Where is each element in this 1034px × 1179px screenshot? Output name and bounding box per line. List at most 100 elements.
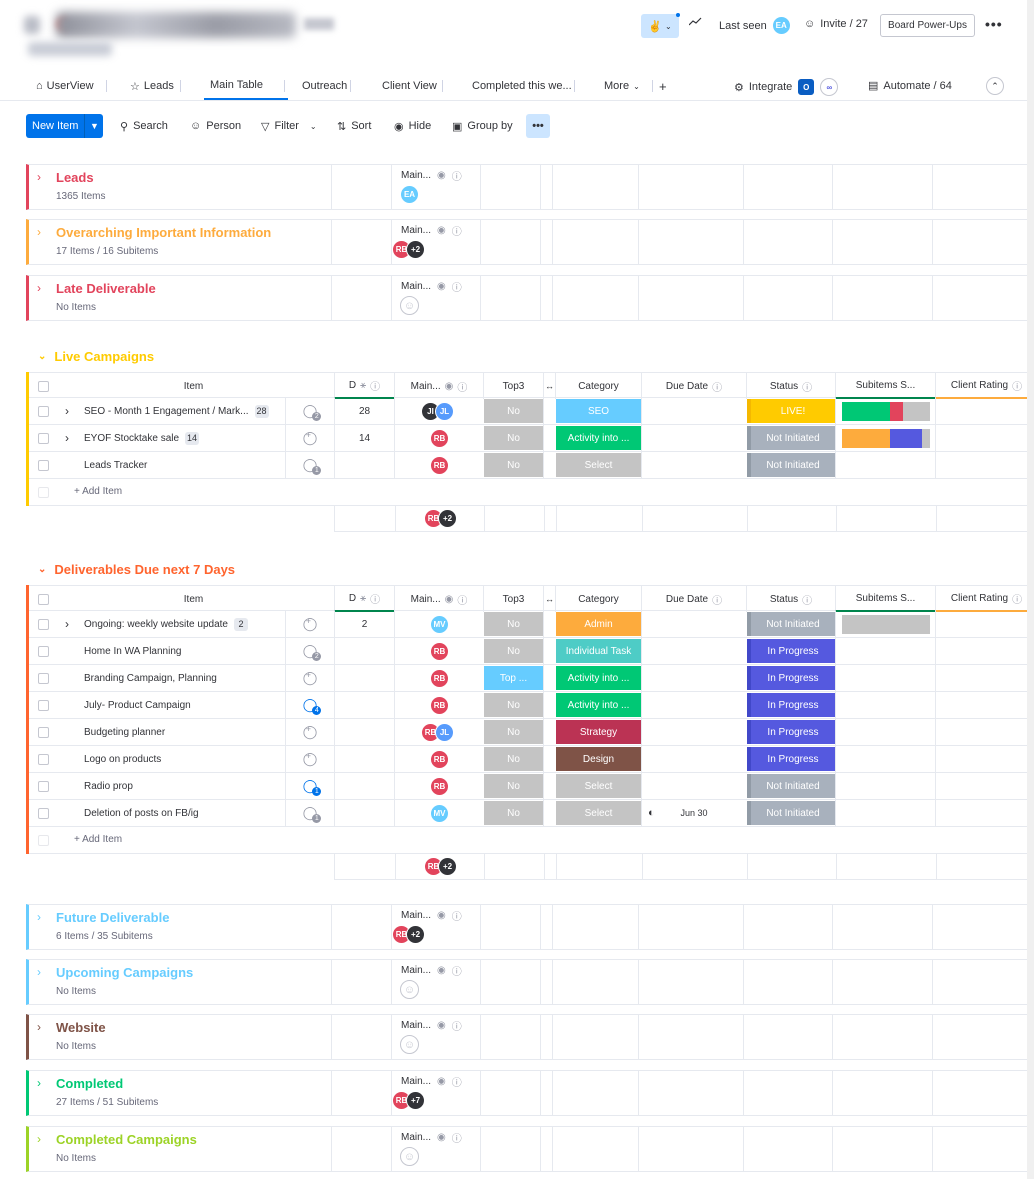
top3-pill[interactable]: No — [484, 774, 543, 798]
filter-button[interactable]: ▽ Filter ⌄ — [261, 114, 317, 138]
empty-avatar-icon[interactable]: ☺ — [400, 1035, 419, 1054]
checkbox[interactable] — [37, 672, 49, 684]
status-pill[interactable]: In Progress — [747, 747, 835, 771]
group-by-button[interactable]: ▣ Group by — [452, 114, 513, 138]
item-name[interactable]: Ongoing: weekly website update — [84, 619, 228, 630]
row-checkbox-cell[interactable] — [33, 638, 53, 664]
category-pill[interactable]: Select — [556, 801, 641, 825]
column-header-top3[interactable]: Top3 — [483, 586, 543, 612]
category-pill[interactable]: Strategy — [556, 720, 641, 744]
item-name-cell[interactable]: Radio prop — [84, 773, 133, 799]
conversation-cell[interactable]: ◯ + — [285, 719, 334, 745]
status-pill[interactable]: Not Initiated — [747, 774, 835, 798]
group-title[interactable]: Website — [56, 1020, 106, 1035]
search-button[interactable]: ⚲ Search — [120, 114, 168, 138]
category-pill[interactable]: Select — [556, 774, 641, 798]
top3-pill[interactable]: No — [484, 801, 543, 825]
table-row[interactable]: › SEO - Month 1 Engagement / Mark... 28 ◯ 2 2… — [29, 398, 1034, 425]
due-date-cell[interactable] — [641, 746, 746, 772]
group-title[interactable]: ⌄ Deliverables Due next 7 Days — [38, 562, 235, 577]
row-checkbox-cell[interactable] — [33, 746, 53, 772]
top3-pill[interactable]: No — [484, 399, 543, 423]
tab-leads[interactable]: ☆ Leads — [124, 72, 184, 100]
top3-pill[interactable]: No — [484, 747, 543, 771]
avatar-group[interactable]: ☺ — [400, 296, 419, 315]
avatar-group[interactable]: RB JL — [421, 723, 454, 742]
table-row[interactable]: Leads Tracker ◯ 1 RB No Select Not Initiated — [29, 452, 1034, 479]
client-rating-cell[interactable] — [935, 692, 1034, 718]
add-view-icon[interactable]: + — [659, 79, 667, 94]
chevron-right-icon[interactable]: › — [37, 910, 41, 924]
column-header-rating[interactable]: Client Rating ⓘ — [935, 373, 1034, 399]
item-name[interactable]: Radio prop — [84, 781, 133, 792]
group-title[interactable]: ⌄ Live Campaigns — [38, 349, 154, 364]
item-name-cell[interactable]: › EYOF Stocktake sale 14 — [65, 425, 200, 451]
add-item-row[interactable]: + Add Item — [29, 479, 1034, 506]
due-date-cell[interactable] — [641, 452, 746, 478]
automate-button[interactable]: ▤ Automate / 64 — [868, 79, 952, 93]
row-checkbox-cell[interactable] — [33, 665, 53, 691]
tab-completed-this-we-[interactable]: Completed this we... — [466, 72, 578, 100]
conversation-cell[interactable]: ◯ + — [285, 611, 334, 637]
client-rating-cell[interactable] — [935, 398, 1034, 424]
empty-avatar-icon[interactable]: ☺ — [400, 980, 419, 999]
category-pill[interactable]: Design — [556, 747, 641, 771]
item-name[interactable]: Deletion of posts on FB/ig — [84, 808, 199, 819]
column-header-status[interactable]: Status ⓘ — [746, 586, 835, 612]
expand-chevron-icon[interactable]: › — [65, 431, 69, 445]
table-row[interactable]: Branding Campaign, Planning ◯ + RB Top ... Ac… — [29, 665, 1034, 692]
client-rating-cell[interactable] — [935, 425, 1034, 451]
category-pill[interactable]: Activity into ... — [556, 693, 641, 717]
column-header-subitems[interactable]: Subitems S... — [835, 373, 935, 399]
avatar-group[interactable]: RB — [430, 669, 449, 688]
avatar-group[interactable]: RB +2 — [424, 857, 457, 876]
tab-more[interactable]: More ⌄ — [598, 72, 648, 100]
tab-userview[interactable]: ⌂ UserView — [30, 72, 110, 100]
table-row[interactable]: › EYOF Stocktake sale 14 ◯ + 14 RB No Activity i… — [29, 425, 1034, 452]
conversation-cell[interactable]: ◯ 1 — [285, 800, 334, 826]
conversation-cell[interactable]: ◯ + — [285, 746, 334, 772]
activity-icon[interactable] — [689, 17, 702, 27]
hide-button[interactable]: ◉ Hide — [394, 114, 431, 138]
board-powerups-button[interactable]: Board Power-Ups — [880, 14, 975, 37]
column-header-item[interactable]: Item — [53, 586, 334, 612]
checkbox[interactable] — [37, 645, 49, 657]
column-header-main[interactable]: Main... ◉ ⓘ — [394, 586, 483, 612]
table-row[interactable]: Radio prop ◯ 1 RB No Select Not Initiated — [29, 773, 1034, 800]
new-item-button[interactable]: New Item ▼ — [26, 114, 103, 138]
conversation-cell[interactable]: ◯ 1 — [285, 452, 334, 478]
column-header-due[interactable]: Due Date ⓘ — [641, 373, 746, 399]
client-rating-cell[interactable] — [935, 452, 1034, 478]
item-name-cell[interactable]: Leads Tracker — [84, 452, 147, 478]
column-header-d[interactable]: D ⚹ ⓘ — [334, 373, 394, 399]
status-pill[interactable]: In Progress — [747, 720, 835, 744]
checkbox[interactable] — [37, 459, 49, 471]
conversation-icon[interactable]: ◯ 2 — [303, 403, 322, 421]
checkbox[interactable] — [37, 380, 49, 392]
avatar-group[interactable]: RB — [430, 696, 449, 715]
avatar-group[interactable]: JI JL — [421, 402, 454, 421]
category-pill[interactable]: SEO — [556, 399, 641, 423]
due-date-cell[interactable] — [641, 665, 746, 691]
checkbox[interactable] — [37, 618, 49, 630]
top3-pill[interactable]: No — [484, 693, 543, 717]
conversation-icon[interactable]: ◯ 1 — [303, 778, 322, 796]
conversation-cell[interactable]: ◯ + — [285, 665, 334, 691]
status-pill[interactable]: Not Initiated — [747, 612, 835, 636]
conversation-icon[interactable]: ◯ 1 — [303, 457, 322, 475]
item-name[interactable]: Branding Campaign, Planning — [84, 673, 217, 684]
conversation-icon[interactable]: ◯ + — [303, 670, 318, 686]
item-name-cell[interactable]: Logo on products — [84, 746, 161, 772]
due-date-cell[interactable] — [641, 719, 746, 745]
category-pill[interactable]: Activity into ... — [556, 426, 641, 450]
column-header-item[interactable]: Item — [53, 373, 334, 399]
status-pill[interactable]: In Progress — [747, 639, 835, 663]
client-rating-cell[interactable] — [935, 719, 1034, 745]
checkbox[interactable] — [37, 432, 49, 444]
collapse-icon[interactable] — [24, 16, 40, 34]
board-view-toggle[interactable]: ✌ ⌄ — [641, 14, 679, 38]
item-name[interactable]: Logo on products — [84, 754, 161, 765]
chevron-right-icon[interactable]: › — [37, 1020, 41, 1034]
row-checkbox-cell[interactable] — [33, 692, 53, 718]
avatar-group[interactable]: EA — [400, 185, 419, 204]
